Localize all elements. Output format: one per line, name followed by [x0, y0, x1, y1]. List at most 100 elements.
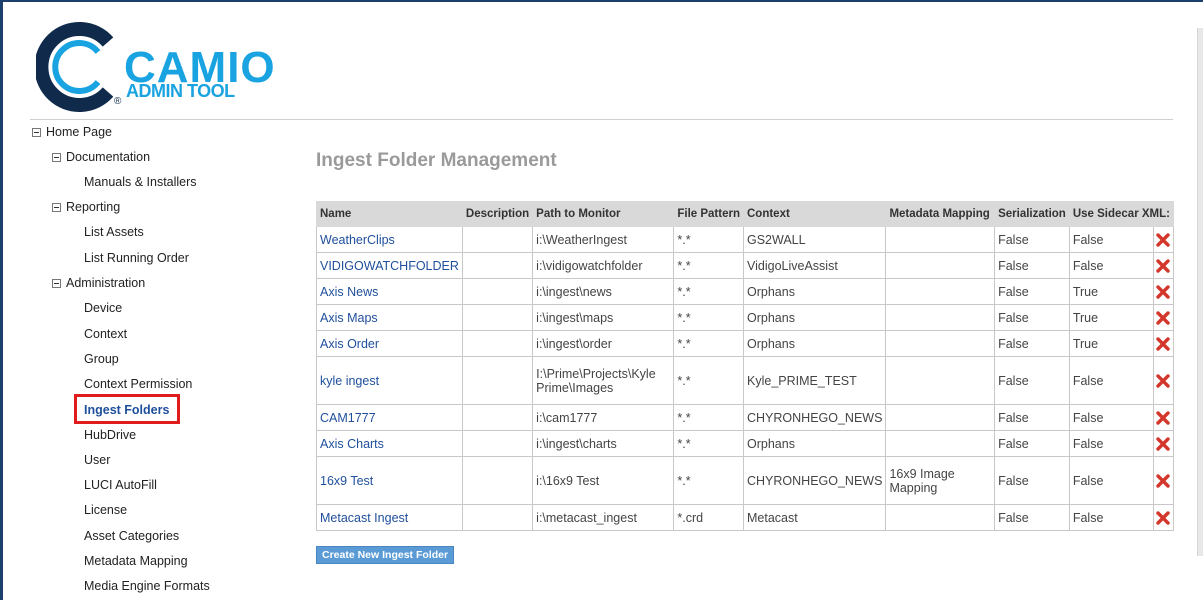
cell-name[interactable]: 16x9 Test — [316, 456, 463, 505]
cell-name[interactable]: Axis Maps — [316, 304, 463, 331]
cell-name[interactable]: WeatherClips — [316, 226, 463, 253]
cell-name[interactable]: kyle ingest — [316, 356, 463, 405]
scrollbar-track[interactable] — [1197, 28, 1203, 556]
tree-item-group[interactable]: Group — [84, 351, 119, 367]
cell-context: GS2WALL — [742, 226, 887, 253]
cell-path: i:\16x9 Test — [532, 456, 675, 505]
cell-serialization: False — [994, 356, 1070, 405]
cell-name[interactable]: CAM1777 — [316, 404, 463, 431]
tree-item-luci-autofill[interactable]: LUCI AutoFill — [84, 477, 157, 493]
tree-node-reporting[interactable]: Reporting — [52, 199, 120, 215]
cell-name[interactable]: Axis Charts — [316, 430, 463, 457]
table-row: WeatherClips i:\WeatherIngest *.* GS2WALL Fa… — [316, 226, 1175, 253]
delete-x-icon[interactable] — [1156, 311, 1171, 325]
cell-use-sidecar-xml: False — [1068, 430, 1154, 457]
delete-x-icon[interactable] — [1156, 374, 1171, 388]
cell-name[interactable]: Metacast Ingest — [316, 504, 463, 531]
camio-logo: CAMIO ADMIN TOOL ® — [36, 22, 275, 112]
table-row: Metacast Ingest i:\metacast_ingest *.crd Me… — [316, 504, 1175, 531]
tree-item-user[interactable]: User — [84, 452, 110, 468]
cell-metadata-mapping: 16x9 Image Mapping — [885, 456, 996, 505]
delete-x-icon[interactable] — [1156, 337, 1171, 351]
column-header-description: Description — [461, 201, 534, 227]
cell-metadata-mapping — [885, 304, 996, 331]
cell-description — [461, 252, 534, 279]
delete-cell — [1152, 456, 1175, 505]
delete-cell — [1152, 504, 1175, 531]
delete-x-icon[interactable] — [1156, 437, 1171, 451]
tree-node-administration[interactable]: Administration — [52, 275, 145, 291]
cell-context: Orphans — [742, 278, 887, 305]
tree-item-media-engine-formats[interactable]: Media Engine Formats — [84, 578, 210, 594]
cell-file-pattern: *.crd — [673, 504, 744, 531]
table-row: CAM1777 i:\cam1777 *.* CHYRONHEGO_NEWS False… — [316, 404, 1175, 431]
cell-file-pattern: *.* — [673, 304, 744, 331]
cell-context: CHYRONHEGO_NEWS — [742, 404, 887, 431]
cell-description — [461, 278, 534, 305]
tree-item-license[interactable]: License — [84, 502, 127, 518]
tree-item-context-permission[interactable]: Context Permission — [84, 376, 192, 392]
cell-use-sidecar-xml: True — [1068, 278, 1154, 305]
delete-x-icon[interactable] — [1156, 285, 1171, 299]
collapse-minus-icon[interactable] — [52, 279, 61, 288]
page-title: Ingest Folder Management — [316, 150, 557, 171]
cell-serialization: False — [994, 278, 1070, 305]
cell-metadata-mapping — [885, 330, 996, 357]
table-header-row: Name Description Path to Monitor File Pa… — [316, 201, 1175, 227]
tree-item-device[interactable]: Device — [84, 300, 122, 316]
cell-use-sidecar-xml: True — [1068, 330, 1154, 357]
collapse-minus-icon[interactable] — [52, 203, 61, 212]
cell-use-sidecar-xml: False — [1068, 252, 1154, 279]
table-row: VIDIGOWATCHFOLDER i:\vidigowatchfolder *.*… — [316, 252, 1175, 279]
table-row: Axis Charts i:\ingest\charts *.* Orphans Fal… — [316, 430, 1175, 457]
cell-metadata-mapping — [885, 404, 996, 431]
cell-name[interactable]: Axis News — [316, 278, 463, 305]
tree-node-documentation[interactable]: Documentation — [52, 149, 150, 165]
tree-node-label: Administration — [66, 276, 146, 290]
camio-c-mark-icon — [36, 22, 114, 112]
cell-file-pattern: *.* — [673, 330, 744, 357]
tree-item-context[interactable]: Context — [84, 326, 127, 342]
tree-item-metadata-mapping[interactable]: Metadata Mapping — [84, 553, 188, 569]
column-header-serialization: Serialization — [994, 201, 1070, 227]
tree-node-home[interactable]: Home Page — [32, 124, 112, 140]
cell-context: Orphans — [742, 430, 887, 457]
active-item-highlight — [74, 394, 180, 424]
cell-description — [461, 330, 534, 357]
delete-cell — [1152, 330, 1175, 357]
cell-name[interactable]: Axis Order — [316, 330, 463, 357]
collapse-minus-icon[interactable] — [32, 128, 41, 137]
cell-file-pattern: *.* — [673, 456, 744, 505]
cell-serialization: False — [994, 252, 1070, 279]
tree-item-asset-categories[interactable]: Asset Categories — [84, 528, 179, 544]
delete-x-icon[interactable] — [1156, 411, 1171, 425]
delete-x-icon[interactable] — [1156, 511, 1171, 525]
cell-path: i:\ingest\news — [532, 278, 675, 305]
cell-serialization: False — [994, 330, 1070, 357]
delete-x-icon[interactable] — [1156, 259, 1171, 273]
cell-context: Metacast — [742, 504, 887, 531]
tree-item-list-assets[interactable]: List Assets — [84, 224, 144, 240]
cell-context: CHYRONHEGO_NEWS — [742, 456, 887, 505]
cell-metadata-mapping — [885, 226, 996, 253]
delete-x-icon[interactable] — [1156, 233, 1171, 247]
delete-x-icon[interactable] — [1156, 474, 1171, 488]
cell-use-sidecar-xml: False — [1068, 504, 1154, 531]
cell-serialization: False — [994, 456, 1070, 505]
collapse-minus-icon[interactable] — [52, 153, 61, 162]
delete-cell — [1152, 226, 1175, 253]
column-header-name: Name — [316, 201, 463, 227]
cell-description — [461, 456, 534, 505]
column-header-context: Context — [742, 201, 887, 227]
cell-description — [461, 226, 534, 253]
cell-name[interactable]: VIDIGOWATCHFOLDER — [316, 252, 463, 279]
tree-item-hubdrive[interactable]: HubDrive — [84, 427, 136, 443]
cell-metadata-mapping — [885, 356, 996, 405]
tree-node-label: Home Page — [46, 125, 113, 139]
cell-description — [461, 504, 534, 531]
tree-item-list-running-order[interactable]: List Running Order — [84, 250, 189, 266]
cell-serialization: False — [994, 226, 1070, 253]
tree-item-manuals-installers[interactable]: Manuals & Installers — [84, 174, 197, 190]
create-new-ingest-folder-button[interactable]: Create New Ingest Folder — [316, 546, 455, 564]
cell-file-pattern: *.* — [673, 226, 744, 253]
